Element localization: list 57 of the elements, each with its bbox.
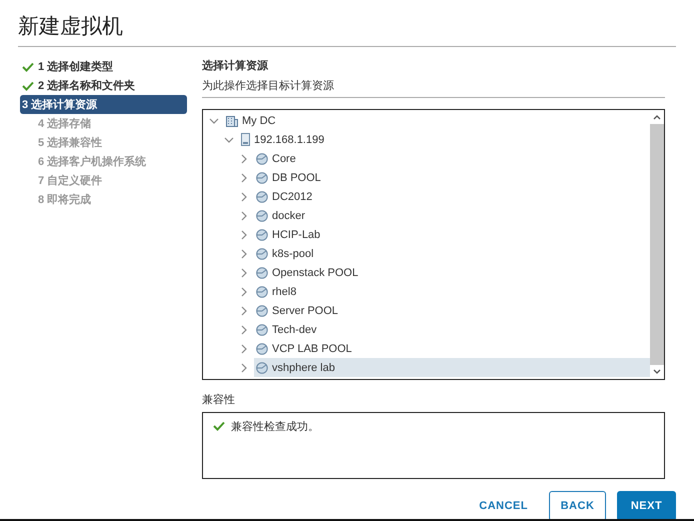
tree-item[interactable]: k8s-pool <box>254 244 650 263</box>
tree-item[interactable]: HCIP-Lab <box>254 225 650 244</box>
building-icon <box>226 114 238 126</box>
expand-chevron-icon[interactable] <box>239 172 249 182</box>
expand-chevron-icon[interactable] <box>239 210 249 220</box>
pie-chart-icon <box>256 304 268 316</box>
collapse-chevron-icon[interactable] <box>224 134 234 144</box>
compatibility-message: 兼容性检查成功。 <box>231 421 319 433</box>
collapse-chevron-icon[interactable] <box>209 116 219 126</box>
pie-chart-icon <box>256 248 268 260</box>
expand-chevron-icon[interactable] <box>239 324 249 334</box>
wizard-step[interactable]: 3 选择计算资源 <box>20 95 187 114</box>
check-icon <box>22 80 34 90</box>
pie-chart-icon <box>256 362 268 374</box>
server-icon <box>241 133 250 146</box>
expand-chevron-icon[interactable] <box>239 248 249 258</box>
back-button[interactable]: BACK <box>549 491 606 519</box>
pie-chart-icon <box>256 342 268 354</box>
section-subtitle: 为此操作选择目标计算资源 <box>202 78 665 98</box>
tree-item[interactable]: My DC <box>224 111 650 130</box>
tree-item[interactable]: Server POOL <box>254 301 650 320</box>
pie-chart-icon <box>256 152 268 164</box>
section-title: 选择计算资源 <box>202 58 269 73</box>
window-title: 新建虚拟机 <box>18 12 676 47</box>
tree-item[interactable]: docker <box>254 206 650 225</box>
expand-chevron-icon[interactable] <box>239 192 249 202</box>
expand-chevron-icon[interactable] <box>239 230 249 240</box>
tree-item[interactable]: DB POOL <box>254 168 650 187</box>
cancel-button[interactable]: CANCEL <box>469 491 538 519</box>
tree-item[interactable]: Openstack POOL <box>254 263 650 282</box>
next-button[interactable]: NEXT <box>617 491 676 519</box>
tree-item[interactable]: VCP LAB POOL <box>254 339 650 358</box>
tree-item[interactable]: rhel8 <box>254 282 650 301</box>
pie-chart-icon <box>256 190 268 202</box>
expand-chevron-icon[interactable] <box>239 344 249 354</box>
tree-item[interactable]: DC2012 <box>254 187 650 206</box>
expand-chevron-icon[interactable] <box>239 286 249 296</box>
expand-chevron-icon[interactable] <box>239 362 249 372</box>
tree-item[interactable]: Core <box>254 149 650 168</box>
pie-chart-icon <box>256 210 268 222</box>
pie-chart-icon <box>256 228 268 240</box>
check-icon <box>22 62 34 72</box>
pie-chart-icon <box>256 286 268 298</box>
scrollbar-thumb[interactable] <box>650 124 664 365</box>
pie-chart-icon <box>256 324 268 336</box>
tree-item[interactable]: vshphere lab <box>254 358 650 377</box>
tree-item[interactable]: Tech-dev <box>254 320 650 339</box>
expand-chevron-icon[interactable] <box>239 268 249 278</box>
check-icon <box>213 421 225 431</box>
pie-chart-icon <box>256 266 268 278</box>
expand-chevron-icon[interactable] <box>239 154 249 164</box>
expand-chevron-icon[interactable] <box>239 306 249 316</box>
tree-item[interactable]: 192.168.1.199 <box>239 130 650 149</box>
wizard-step[interactable]: 2 选择名称和文件夹 <box>20 76 187 95</box>
wizard-step[interactable]: 1 选择创建类型 <box>20 57 187 76</box>
pie-chart-icon <box>256 172 268 184</box>
compatibility-label: 兼容性 <box>202 392 236 407</box>
